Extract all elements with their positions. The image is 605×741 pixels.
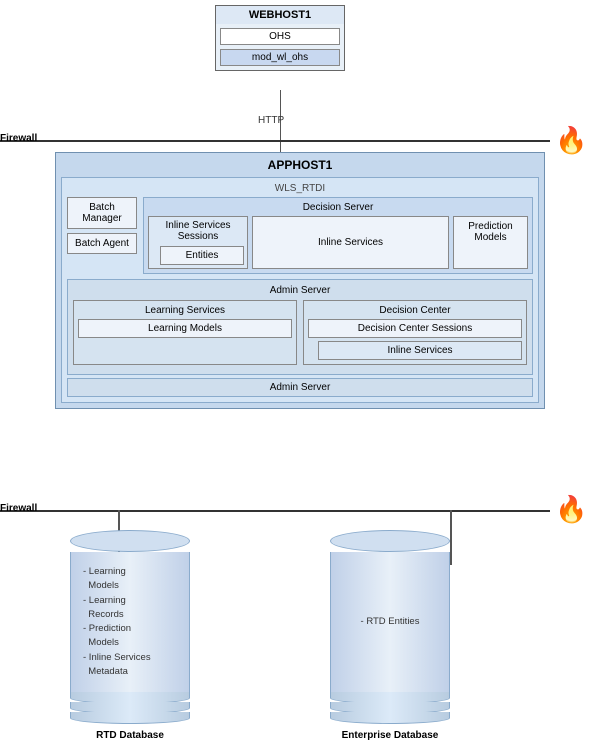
entities-box: Entities — [160, 246, 244, 265]
batch-manager-box: Batch Manager — [67, 197, 137, 229]
firewall-top-label: Firewall — [0, 133, 37, 144]
admin-server-section: Admin Server Learning Services Learning … — [67, 279, 533, 375]
http-label: HTTP — [258, 115, 284, 126]
admin-inner-row: Learning Services Learning Models Decisi… — [73, 300, 527, 365]
firewall-bottom-line — [0, 510, 550, 512]
prediction-models-box: PredictionModels — [453, 216, 528, 269]
webhost-mod: mod_wl_ohs — [220, 49, 340, 66]
decision-center-title: Decision Center — [308, 305, 522, 316]
firewall-bottom-icon: 🔥 — [555, 494, 587, 525]
admin-server-bottom: Admin Server — [67, 378, 533, 397]
rtd-cylinder-top — [70, 530, 190, 552]
enterprise-database-wrapper: - RTD Entities Enterprise Database — [330, 530, 450, 741]
webhost-box: WEBHOST1 OHS mod_wl_ohs — [215, 5, 345, 71]
firewall-top-icon: 🔥 — [555, 125, 587, 156]
learning-services-title: Learning Services — [78, 305, 292, 316]
rtd-database-label: RTD Database — [96, 730, 164, 741]
enterprise-database-label: Enterprise Database — [342, 730, 439, 741]
firewall-top-line — [0, 140, 550, 142]
inline-sessions-box: Inline ServicesSessions Entities — [148, 216, 248, 269]
databases-row: - Learning Models - Learning Records - P… — [70, 530, 450, 741]
rtd-cylinder-text: - Learning Models - Learning Records - P… — [77, 565, 183, 679]
wls-title: WLS_RTDI — [67, 183, 533, 197]
batch-agent-box: Batch Agent — [67, 233, 137, 254]
learning-models-box: Learning Models — [78, 319, 292, 338]
wls-box: WLS_RTDI Batch Manager Batch Agent Decis… — [61, 177, 539, 403]
rtd-database-wrapper: - Learning Models - Learning Records - P… — [70, 530, 190, 741]
decision-server-box: Decision Server Inline ServicesSessions … — [143, 197, 533, 274]
inline-sessions-title: Inline ServicesSessions — [152, 220, 244, 244]
admin-server-title: Admin Server — [73, 285, 527, 296]
firewall-bottom-label: Firewall — [0, 503, 37, 514]
enterprise-cylinder-body: - RTD Entities — [330, 552, 450, 692]
apphost-title: APPHOST1 — [61, 158, 539, 174]
enterprise-cylinder-top — [330, 530, 450, 552]
batch-column: Batch Manager Batch Agent — [67, 197, 137, 274]
decision-inner-row: Inline ServicesSessions Entities Inline … — [148, 216, 528, 269]
decision-server-title: Decision Server — [148, 202, 528, 213]
dc-inline-box: Inline Services — [318, 341, 522, 360]
diagram-container: WEBHOST1 OHS mod_wl_ohs HTTP Firewall 🔥 … — [0, 0, 605, 737]
rtd-disk-3 — [70, 712, 190, 724]
rtd-cylinder: - Learning Models - Learning Records - P… — [70, 530, 190, 724]
learning-services-box: Learning Services Learning Models — [73, 300, 297, 365]
right-connector-vertical — [450, 510, 452, 565]
dc-sessions-box: Decision Center Sessions — [308, 319, 522, 338]
decision-server-row: Batch Manager Batch Agent Decision Serve… — [67, 197, 533, 274]
enterprise-disk-3 — [330, 712, 450, 724]
enterprise-cylinder: - RTD Entities — [330, 530, 450, 724]
decision-center-box: Decision Center Decision Center Sessions… — [303, 300, 527, 365]
inline-services-ds-box: Inline Services — [252, 216, 449, 269]
apphost-box: APPHOST1 WLS_RTDI Batch Manager Batch Ag… — [55, 152, 545, 409]
rtd-cylinder-body: - Learning Models - Learning Records - P… — [70, 552, 190, 692]
webhost-title: WEBHOST1 — [216, 6, 344, 24]
webhost-ohs: OHS — [220, 28, 340, 45]
enterprise-cylinder-text: - RTD Entities — [337, 615, 443, 629]
